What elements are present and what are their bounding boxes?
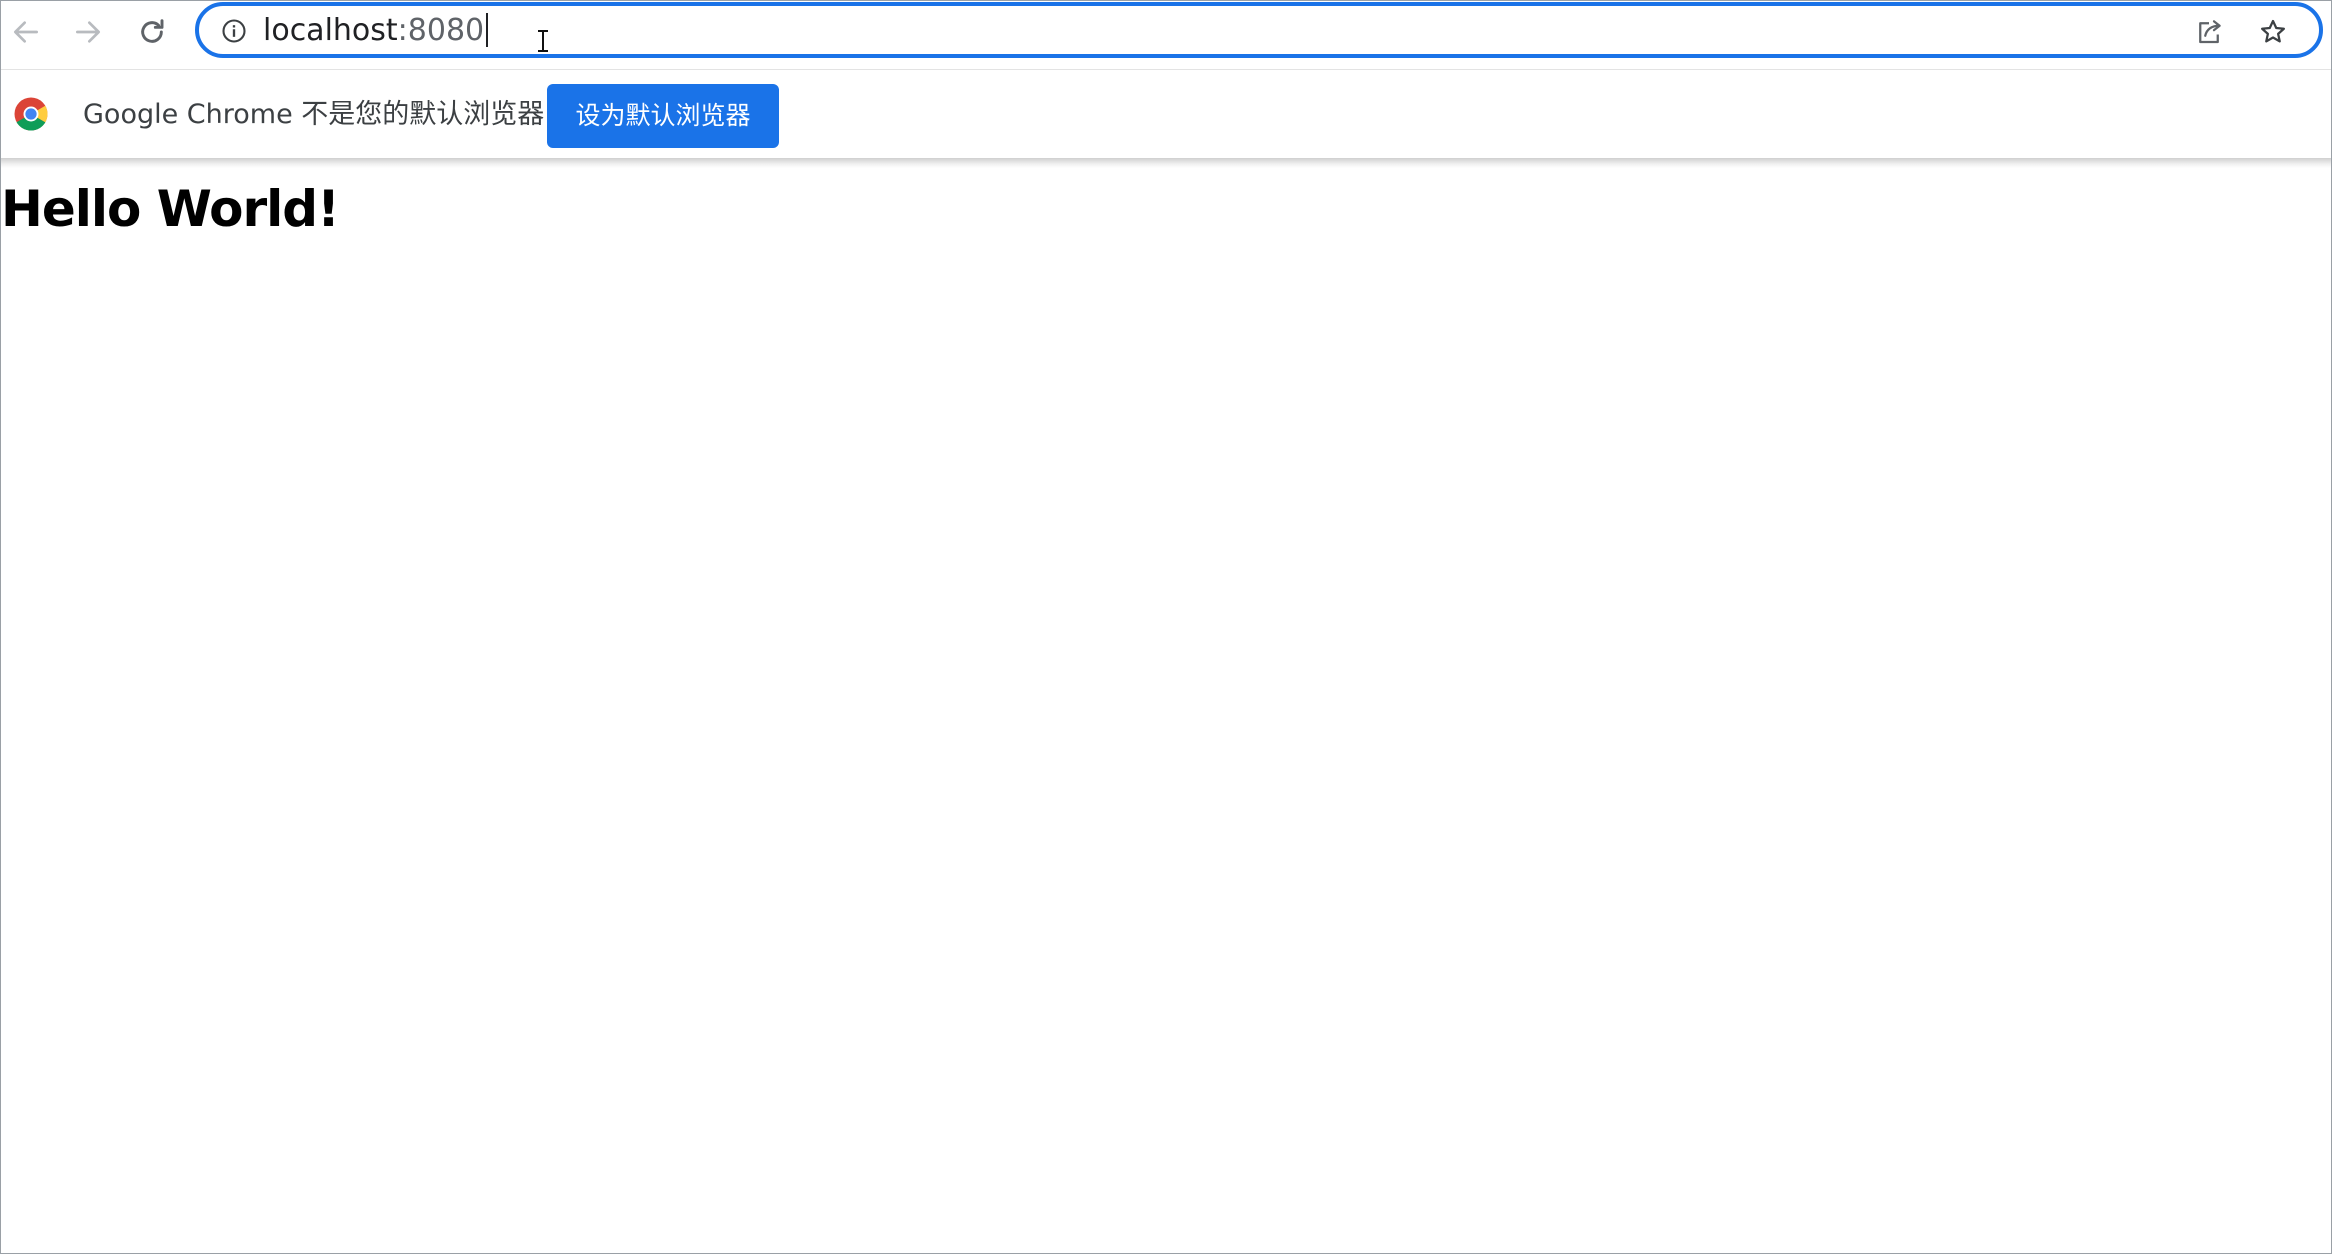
set-default-browser-button[interactable]: 设为默认浏览器 [547,84,779,148]
arrow-left-icon [13,21,38,43]
chrome-logo-icon [14,97,48,131]
back-button[interactable] [1,7,51,57]
url-text[interactable]: localhost:8080 [263,8,489,54]
page-heading: Hello World! [1,180,340,238]
info-circle-icon[interactable] [219,16,249,46]
reload-button[interactable] [127,7,177,57]
infobar-divider [1,158,2331,168]
text-cursor-icon [538,30,548,52]
reload-icon [141,19,164,43]
address-bar[interactable]: localhost:8080 [195,2,2323,58]
url-host: localhost [263,13,398,48]
url-port: :8080 [397,13,485,48]
default-browser-infobar: Google Chrome 不是您的默认浏览器 设为默认浏览器 [1,70,2331,160]
forward-button[interactable] [63,7,113,57]
share-icon[interactable] [2189,12,2229,52]
star-icon[interactable] [2253,12,2293,52]
browser-toolbar: localhost:8080 [1,1,2331,70]
page-content: Hello World! [1,168,2331,1253]
browser-window: localhost:8080 Google Chrome 不是您的默认浏览器 设… [0,0,2332,1254]
infobar-message: Google Chrome 不是您的默认浏览器 [83,99,545,130]
text-caret [486,12,489,47]
arrow-right-icon [76,21,100,43]
